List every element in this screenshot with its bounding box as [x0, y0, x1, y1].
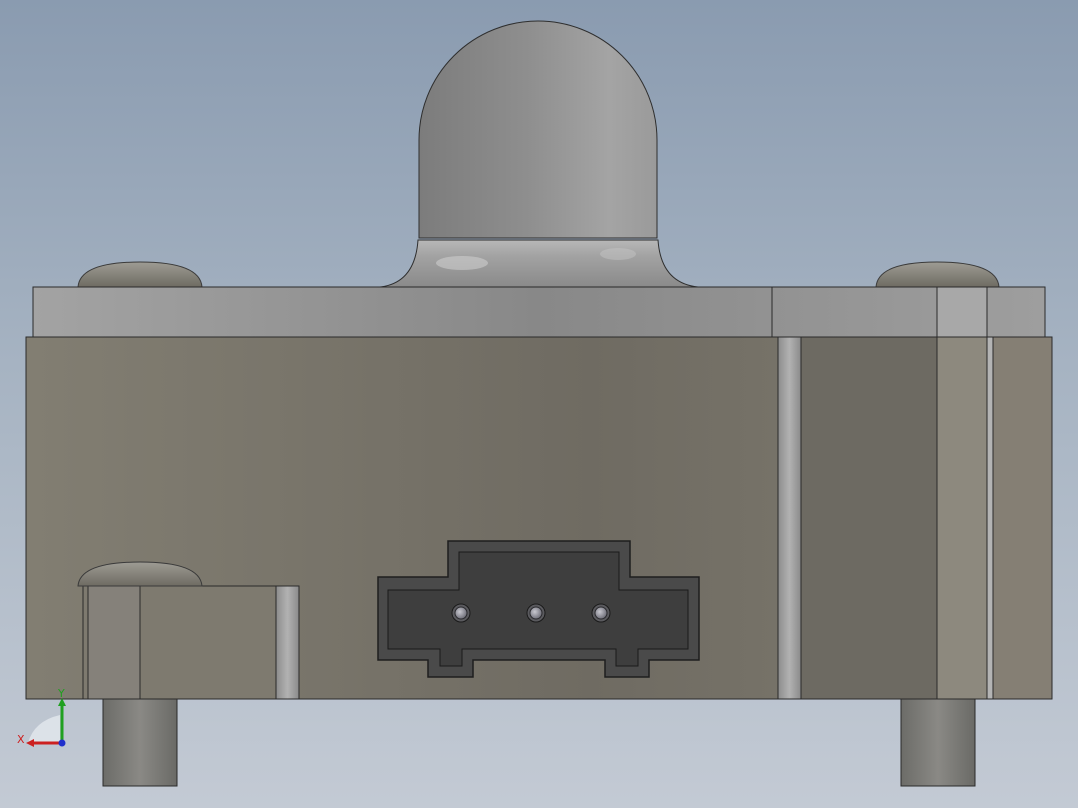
triad-x-label: X — [17, 733, 25, 746]
triad-z-axis — [58, 739, 66, 747]
connector-pin-tip — [594, 606, 608, 620]
cad-viewport[interactable]: X Y — [0, 0, 1078, 808]
mounting-post-right[interactable] — [900, 697, 976, 787]
triad-y-label: Y — [58, 687, 65, 700]
dome-boss[interactable] — [379, 20, 699, 288]
connector-pin-tip — [454, 606, 468, 620]
model-scene[interactable] — [0, 0, 1078, 808]
lid-plate[interactable] — [32, 286, 1046, 338]
connector-pin-tip — [529, 606, 543, 620]
axis-triad — [26, 698, 66, 747]
screw-head-top-right[interactable] — [875, 261, 1000, 288]
side-bracket[interactable] — [82, 585, 300, 700]
screw-head-top-left[interactable] — [77, 261, 203, 288]
mounting-post-left[interactable] — [102, 697, 178, 787]
